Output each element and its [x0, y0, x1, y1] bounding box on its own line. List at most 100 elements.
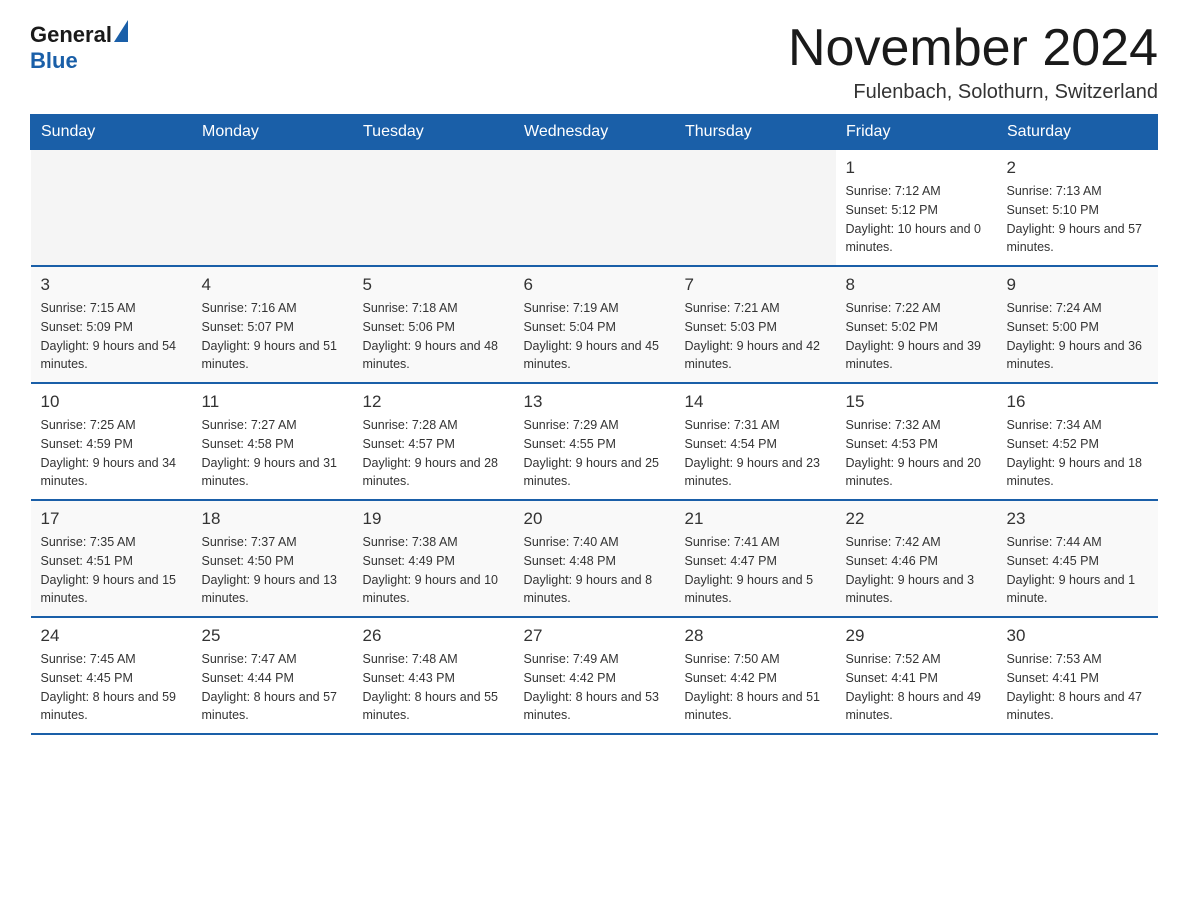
- day-info: Sunrise: 7:40 AM Sunset: 4:48 PM Dayligh…: [524, 533, 665, 608]
- day-info: Sunrise: 7:52 AM Sunset: 4:41 PM Dayligh…: [846, 650, 987, 725]
- day-info: Sunrise: 7:44 AM Sunset: 4:45 PM Dayligh…: [1007, 533, 1148, 608]
- day-number: 5: [363, 275, 504, 295]
- header-day-wednesday: Wednesday: [514, 115, 675, 150]
- day-number: 4: [202, 275, 343, 295]
- day-number: 21: [685, 509, 826, 529]
- calendar-cell: 29 Sunrise: 7:52 AM Sunset: 4:41 PM Dayli…: [836, 617, 997, 734]
- calendar-cell: [514, 150, 675, 267]
- calendar-cell: [31, 150, 192, 267]
- logo-triangle-icon: [114, 20, 128, 42]
- header-day-sunday: Sunday: [31, 115, 192, 150]
- day-info: Sunrise: 7:13 AM Sunset: 5:10 PM Dayligh…: [1007, 182, 1148, 257]
- day-number: 3: [41, 275, 182, 295]
- day-number: 25: [202, 626, 343, 646]
- day-number: 22: [846, 509, 987, 529]
- calendar-cell: 7 Sunrise: 7:21 AM Sunset: 5:03 PM Daylig…: [675, 266, 836, 383]
- day-info: Sunrise: 7:32 AM Sunset: 4:53 PM Dayligh…: [846, 416, 987, 491]
- calendar-cell: 11Sunrise: 7:27 AM Sunset: 4:58 PM Dayli…: [192, 383, 353, 500]
- day-number: 15: [846, 392, 987, 412]
- day-number: 28: [685, 626, 826, 646]
- calendar-cell: 5 Sunrise: 7:18 AM Sunset: 5:06 PM Daylig…: [353, 266, 514, 383]
- calendar-cell: 4 Sunrise: 7:16 AM Sunset: 5:07 PM Daylig…: [192, 266, 353, 383]
- day-info: Sunrise: 7:38 AM Sunset: 4:49 PM Dayligh…: [363, 533, 504, 608]
- calendar-cell: [353, 150, 514, 267]
- calendar-cell: 27Sunrise: 7:49 AM Sunset: 4:42 PM Dayli…: [514, 617, 675, 734]
- day-info: Sunrise: 7:29 AM Sunset: 4:55 PM Dayligh…: [524, 416, 665, 491]
- day-number: 18: [202, 509, 343, 529]
- calendar-cell: 20 Sunrise: 7:40 AM Sunset: 4:48 PM Dayli…: [514, 500, 675, 617]
- header-day-tuesday: Tuesday: [353, 115, 514, 150]
- day-number: 12: [363, 392, 504, 412]
- calendar-cell: 25 Sunrise: 7:47 AM Sunset: 4:44 PM Dayli…: [192, 617, 353, 734]
- day-info: Sunrise: 7:53 AM Sunset: 4:41 PM Dayligh…: [1007, 650, 1148, 725]
- calendar-cell: 26 Sunrise: 7:48 AM Sunset: 4:43 PM Dayli…: [353, 617, 514, 734]
- location: Fulenbach, Solothurn, Switzerland: [788, 81, 1158, 104]
- day-info: Sunrise: 7:48 AM Sunset: 4:43 PM Dayligh…: [363, 650, 504, 725]
- day-info: Sunrise: 7:15 AM Sunset: 5:09 PM Dayligh…: [41, 299, 182, 374]
- day-info: Sunrise: 7:42 AM Sunset: 4:46 PM Dayligh…: [846, 533, 987, 608]
- day-info: Sunrise: 7:41 AM Sunset: 4:47 PM Dayligh…: [685, 533, 826, 608]
- day-number: 27: [524, 626, 665, 646]
- day-info: Sunrise: 7:18 AM Sunset: 5:06 PM Dayligh…: [363, 299, 504, 374]
- day-number: 19: [363, 509, 504, 529]
- day-number: 20: [524, 509, 665, 529]
- calendar-cell: 16 Sunrise: 7:34 AM Sunset: 4:52 PM Dayli…: [997, 383, 1158, 500]
- calendar-cell: 19 Sunrise: 7:38 AM Sunset: 4:49 PM Dayli…: [353, 500, 514, 617]
- logo-text: General Blue: [30, 20, 130, 74]
- header-day-friday: Friday: [836, 115, 997, 150]
- day-number: 26: [363, 626, 504, 646]
- day-info: Sunrise: 7:25 AM Sunset: 4:59 PM Dayligh…: [41, 416, 182, 491]
- day-number: 8: [846, 275, 987, 295]
- day-info: Sunrise: 7:47 AM Sunset: 4:44 PM Dayligh…: [202, 650, 343, 725]
- calendar-cell: 28 Sunrise: 7:50 AM Sunset: 4:42 PM Dayli…: [675, 617, 836, 734]
- calendar-cell: 22 Sunrise: 7:42 AM Sunset: 4:46 PM Dayli…: [836, 500, 997, 617]
- day-info: Sunrise: 7:50 AM Sunset: 4:42 PM Dayligh…: [685, 650, 826, 725]
- day-number: 13: [524, 392, 665, 412]
- calendar-cell: 3 Sunrise: 7:15 AM Sunset: 5:09 PM Daylig…: [31, 266, 192, 383]
- day-info: Sunrise: 7:21 AM Sunset: 5:03 PM Dayligh…: [685, 299, 826, 374]
- day-info: Sunrise: 7:16 AM Sunset: 5:07 PM Dayligh…: [202, 299, 343, 374]
- header-day-thursday: Thursday: [675, 115, 836, 150]
- day-info: Sunrise: 7:34 AM Sunset: 4:52 PM Dayligh…: [1007, 416, 1148, 491]
- month-title: November 2024: [788, 20, 1158, 77]
- calendar-cell: 12 Sunrise: 7:28 AM Sunset: 4:57 PM Dayli…: [353, 383, 514, 500]
- week-row-5: 24 Sunrise: 7:45 AM Sunset: 4:45 PM Dayli…: [31, 617, 1158, 734]
- header-day-monday: Monday: [192, 115, 353, 150]
- day-number: 2: [1007, 158, 1148, 178]
- day-info: Sunrise: 7:45 AM Sunset: 4:45 PM Dayligh…: [41, 650, 182, 725]
- title-block: November 2024 Fulenbach, Solothurn, Swit…: [788, 20, 1158, 104]
- calendar-cell: 10 Sunrise: 7:25 AM Sunset: 4:59 PM Dayli…: [31, 383, 192, 500]
- calendar-cell: [192, 150, 353, 267]
- calendar-cell: 13 Sunrise: 7:29 AM Sunset: 4:55 PM Dayli…: [514, 383, 675, 500]
- day-number: 10: [41, 392, 182, 412]
- day-info: Sunrise: 7:27 AM Sunset: 4:58 PM Dayligh…: [202, 416, 343, 491]
- day-info: Sunrise: 7:12 AM Sunset: 5:12 PM Dayligh…: [846, 182, 987, 257]
- week-row-4: 17Sunrise: 7:35 AM Sunset: 4:51 PM Dayli…: [31, 500, 1158, 617]
- day-number: 30: [1007, 626, 1148, 646]
- calendar-cell: 21 Sunrise: 7:41 AM Sunset: 4:47 PM Dayli…: [675, 500, 836, 617]
- day-number: 24: [41, 626, 182, 646]
- day-info: Sunrise: 7:22 AM Sunset: 5:02 PM Dayligh…: [846, 299, 987, 374]
- header-row: SundayMondayTuesdayWednesdayThursdayFrid…: [31, 115, 1158, 150]
- week-row-3: 10 Sunrise: 7:25 AM Sunset: 4:59 PM Dayli…: [31, 383, 1158, 500]
- day-number: 14: [685, 392, 826, 412]
- logo-blue: Blue: [30, 48, 78, 73]
- calendar-cell: 9Sunrise: 7:24 AM Sunset: 5:00 PM Daylig…: [997, 266, 1158, 383]
- day-number: 16: [1007, 392, 1148, 412]
- logo-general: General: [30, 22, 112, 47]
- calendar-cell: [675, 150, 836, 267]
- logo-icon: [112, 20, 130, 42]
- day-number: 23: [1007, 509, 1148, 529]
- day-info: Sunrise: 7:19 AM Sunset: 5:04 PM Dayligh…: [524, 299, 665, 374]
- page-header: General Blue November 2024 Fulenbach, So…: [30, 20, 1158, 104]
- calendar-cell: 30 Sunrise: 7:53 AM Sunset: 4:41 PM Dayli…: [997, 617, 1158, 734]
- day-number: 9: [1007, 275, 1148, 295]
- calendar-cell: 6Sunrise: 7:19 AM Sunset: 5:04 PM Daylig…: [514, 266, 675, 383]
- calendar-cell: 23 Sunrise: 7:44 AM Sunset: 4:45 PM Dayli…: [997, 500, 1158, 617]
- calendar-body: 1Sunrise: 7:12 AM Sunset: 5:12 PM Daylig…: [31, 150, 1158, 735]
- calendar-cell: 24 Sunrise: 7:45 AM Sunset: 4:45 PM Dayli…: [31, 617, 192, 734]
- day-number: 7: [685, 275, 826, 295]
- day-number: 29: [846, 626, 987, 646]
- logo: General Blue: [30, 20, 130, 74]
- day-info: Sunrise: 7:28 AM Sunset: 4:57 PM Dayligh…: [363, 416, 504, 491]
